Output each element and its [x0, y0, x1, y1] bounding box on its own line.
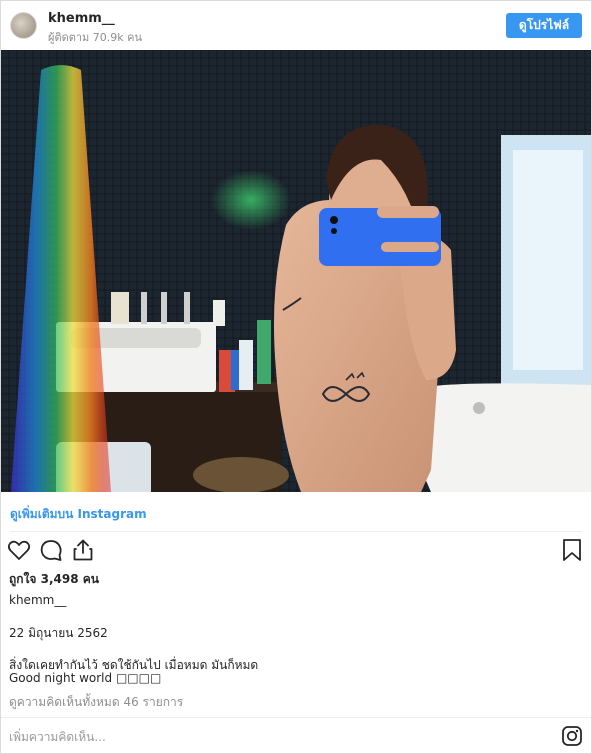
divider	[10, 531, 582, 532]
instagram-embed-card: khemm__ ผู้ติดตาม 70.9k คน ดูโปรไฟล์ ดูเ…	[0, 0, 592, 754]
share-icon[interactable]	[71, 538, 95, 562]
add-comment-input[interactable]	[9, 728, 529, 746]
username[interactable]: khemm__	[48, 11, 115, 26]
avatar[interactable]	[10, 12, 37, 39]
follower-count: ผู้ติดตาม 70.9k คน	[48, 31, 143, 44]
instagram-logo-icon[interactable]	[562, 726, 582, 746]
view-profile-button[interactable]: ดูโปรไฟล์	[506, 13, 582, 38]
caption-line-2: Good night world □□□□	[9, 671, 162, 685]
heart-icon[interactable]	[7, 538, 31, 562]
view-more-on-instagram-link[interactable]: ดูเพิ่มเติมบน Instagram	[10, 505, 147, 524]
post-header: khemm__ ผู้ติดตาม 70.9k คน ดูโปรไฟล์	[1, 1, 591, 49]
bookmark-icon[interactable]	[561, 538, 583, 562]
comment-icon[interactable]	[39, 538, 63, 562]
view-all-comments-link[interactable]: ดูความคิดเห็นทั้งหมด 46 รายการ	[9, 693, 183, 712]
divider	[1, 717, 591, 718]
post-photo[interactable]	[1, 50, 591, 492]
photo-illustration	[1, 50, 591, 492]
caption-author[interactable]: khemm__	[9, 593, 66, 607]
post-date: 22 มิถุนายน 2562	[9, 626, 108, 640]
like-count[interactable]: ถูกใจ 3,498 คน	[9, 570, 99, 589]
